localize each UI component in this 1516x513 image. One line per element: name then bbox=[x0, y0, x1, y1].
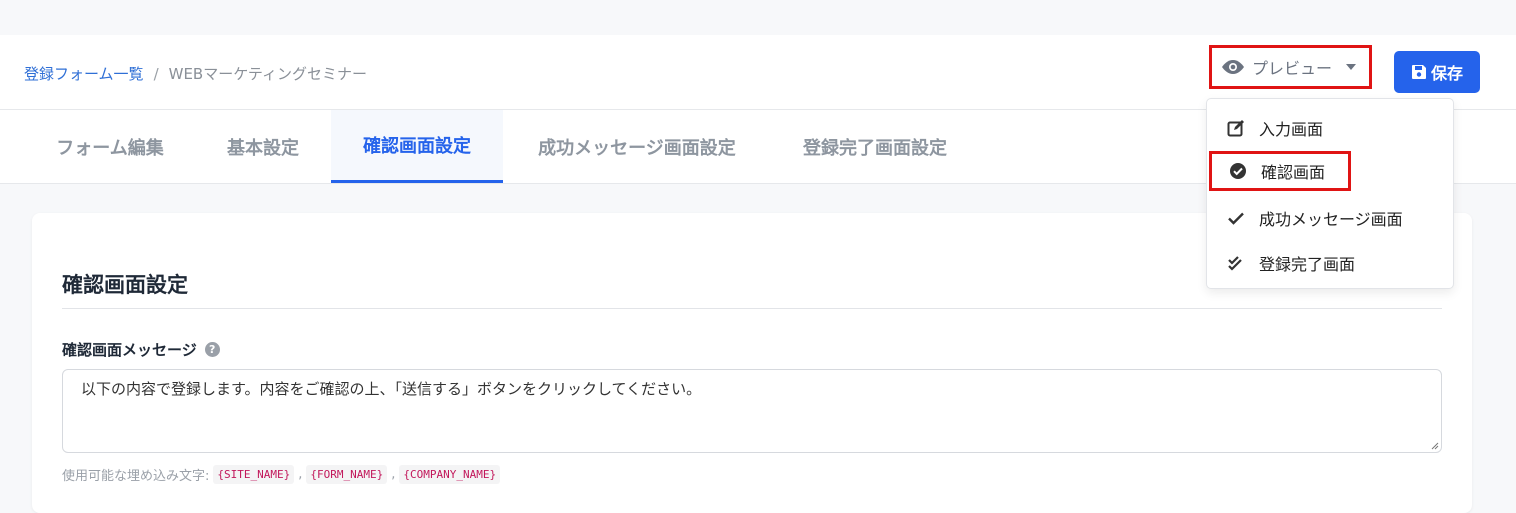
menu-label-success: 成功メッセージ画面 bbox=[1259, 210, 1403, 229]
token-form-name: {FORM_NAME} bbox=[306, 465, 388, 484]
preview-menu-item-success[interactable]: 成功メッセージ画面 bbox=[1207, 198, 1455, 238]
message-field-label: 確認画面メッセージ ? bbox=[62, 339, 220, 360]
token-company-name: {COMPANY_NAME} bbox=[399, 465, 501, 484]
message-label-text: 確認画面メッセージ bbox=[62, 341, 197, 359]
preview-dropdown-button[interactable]: プレビュー bbox=[1209, 45, 1372, 89]
check-icon bbox=[1228, 212, 1244, 225]
preview-label: プレビュー bbox=[1252, 59, 1333, 78]
tab-success-message-settings[interactable]: 成功メッセージ画面設定 bbox=[512, 110, 762, 183]
edit-icon bbox=[1227, 120, 1244, 137]
confirm-message-textarea[interactable]: 以下の内容で登録します。内容をご確認の上、「送信する」ボタンをクリックしてくださ… bbox=[62, 369, 1442, 453]
menu-label-input: 入力画面 bbox=[1259, 120, 1324, 139]
tab-form-edit[interactable]: フォーム編集 bbox=[30, 110, 190, 183]
menu-label-confirm: 確認画面 bbox=[1261, 163, 1326, 182]
card-title: 確認画面設定 bbox=[62, 273, 188, 297]
save-label: 保存 bbox=[1430, 64, 1463, 83]
check-circle-icon bbox=[1230, 163, 1246, 179]
confirm-message-value: 以下の内容で登録します。内容をご確認の上、「送信する」ボタンをクリックしてくださ… bbox=[81, 380, 702, 398]
help-icon[interactable]: ? bbox=[204, 342, 220, 357]
menu-label-complete: 登録完了画面 bbox=[1259, 255, 1356, 274]
card-divider bbox=[62, 308, 1442, 309]
breadcrumb-parent-link[interactable]: 登録フォーム一覧 bbox=[24, 63, 144, 84]
breadcrumb-separator: / bbox=[153, 64, 159, 83]
double-check-icon bbox=[1228, 256, 1242, 271]
token-separator: , bbox=[298, 467, 303, 482]
resize-handle-icon[interactable] bbox=[1431, 442, 1439, 450]
breadcrumb-current: WEBマーケティングセミナー bbox=[168, 65, 368, 83]
top-strip bbox=[0, 0, 1516, 35]
preview-dropdown-menu: 入力画面 確認画面 成功メッセージ画面 登録完了画面 bbox=[1206, 98, 1454, 289]
tab-confirm-settings[interactable]: 確認画面設定 bbox=[331, 110, 503, 183]
preview-menu-item-confirm[interactable]: 確認画面 bbox=[1209, 151, 1351, 191]
preview-menu-item-input[interactable]: 入力画面 bbox=[1207, 108, 1455, 148]
preview-menu-item-complete[interactable]: 登録完了画面 bbox=[1207, 243, 1455, 283]
eye-icon bbox=[1222, 60, 1244, 74]
token-site-name: {SITE_NAME} bbox=[213, 465, 295, 484]
floppy-disk-icon bbox=[1411, 65, 1426, 79]
save-button[interactable]: 保存 bbox=[1394, 51, 1480, 93]
helper-label: 使用可能な埋め込み文字: bbox=[62, 469, 210, 484]
caret-down-icon bbox=[1346, 64, 1357, 70]
token-separator: , bbox=[391, 467, 396, 482]
embed-tokens-helper: 使用可能な埋め込み文字: {SITE_NAME} , {FORM_NAME} ,… bbox=[62, 465, 501, 484]
tab-basic-settings[interactable]: 基本設定 bbox=[200, 110, 326, 183]
tab-complete-settings[interactable]: 登録完了画面設定 bbox=[780, 110, 970, 183]
breadcrumb: 登録フォーム一覧 / WEBマーケティングセミナー bbox=[24, 63, 367, 84]
